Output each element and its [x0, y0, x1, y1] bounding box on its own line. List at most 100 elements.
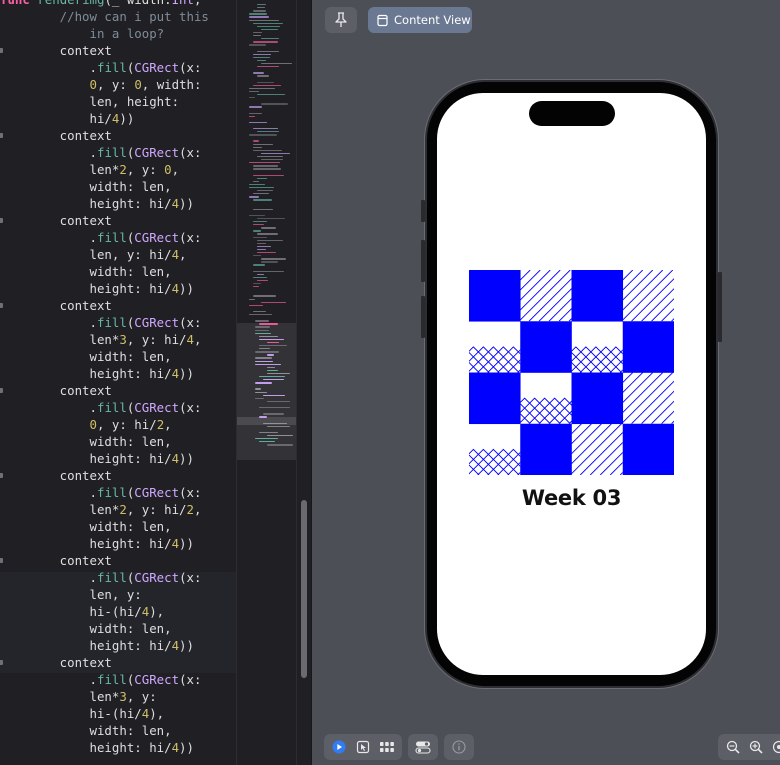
minimap-line [255, 326, 270, 328]
code-line[interactable]: len, y: hi/4, [0, 246, 236, 263]
code-line[interactable]: height: hi/4)) [0, 195, 236, 212]
code-line[interactable]: len*3, y: [0, 688, 236, 705]
minimap-line [255, 397, 264, 400]
selectable-icon[interactable] [354, 738, 372, 756]
code-token: 2 [119, 162, 127, 177]
code-line[interactable]: hi-(hi/4), [0, 603, 236, 620]
code-line[interactable]: len*2, y: hi/2, [0, 501, 236, 518]
code-token: )) [179, 740, 194, 755]
code-line[interactable]: .fill(CGRect(x: [0, 229, 236, 246]
code-token: , y: hi/ [97, 417, 157, 432]
code-line[interactable]: width: len, [0, 348, 236, 365]
code-line[interactable]: context [0, 212, 236, 229]
code-line[interactable]: width: len, [0, 433, 236, 450]
code-line[interactable]: 0, y: hi/2, [0, 416, 236, 433]
code-line[interactable]: len*3, y: hi/4, [0, 331, 236, 348]
code-line[interactable]: func renderimg(_ width:Int, [0, 0, 236, 8]
minimap-line [253, 140, 259, 142]
code-token: //how can i put this [0, 9, 209, 24]
code-line[interactable]: context [0, 654, 236, 671]
code-line[interactable]: context [0, 42, 236, 59]
minimap-line [253, 84, 281, 86]
code-token: CGRect [134, 485, 180, 500]
code-line[interactable]: height: hi/4)) [0, 280, 236, 297]
code-text: context [0, 552, 112, 569]
code-line[interactable]: width: len, [0, 722, 236, 739]
code-line[interactable]: height: hi/4)) [0, 739, 236, 756]
code-line[interactable]: in a loop? [0, 25, 236, 42]
minimap-line [261, 28, 278, 31]
side-button-power [718, 272, 722, 342]
code-line[interactable]: height: hi/4)) [0, 365, 236, 382]
document-icon [377, 14, 388, 26]
code-token: fill [96, 60, 127, 75]
code-line[interactable]: .fill(CGRect(x: [0, 144, 236, 161]
minimap-viewport[interactable] [237, 323, 297, 460]
code-token: . [0, 145, 97, 160]
code-line[interactable]: width: len, [0, 178, 236, 195]
minimap-line [257, 4, 266, 6]
code-line[interactable]: width: len, [0, 518, 236, 535]
scrollbar-thumb[interactable] [301, 500, 307, 678]
zoom-out-icon[interactable] [724, 738, 741, 756]
code-lines[interactable]: func renderimg(_ width:Int, //how can i … [0, 0, 236, 756]
code-token: )) [179, 196, 194, 211]
minimap-line [253, 168, 281, 170]
pin-button[interactable] [325, 7, 357, 33]
tile-solid [622, 321, 674, 373]
variants-icon[interactable] [378, 738, 396, 756]
code-text: context [0, 467, 112, 484]
zoom-fit-icon[interactable] [771, 738, 780, 756]
code-token: func [0, 0, 37, 7]
code-line[interactable]: context [0, 127, 236, 144]
code-line[interactable]: .fill(CGRect(x: [0, 569, 236, 586]
code-line[interactable]: .fill(CGRect(x: [0, 671, 236, 688]
minimap-line [255, 329, 269, 331]
code-token: CGRect [134, 672, 180, 687]
code-line[interactable]: context [0, 382, 236, 399]
code-line[interactable]: width: len, [0, 620, 236, 637]
code-line[interactable]: height: hi/4)) [0, 637, 236, 654]
code-line[interactable]: len*2, y: 0, [0, 161, 236, 178]
code-line[interactable]: hi/4)) [0, 110, 236, 127]
code-text: .fill(CGRect(x: [0, 229, 202, 246]
live-preview-icon[interactable] [330, 738, 348, 756]
code-token: . [0, 570, 97, 585]
code-token: context [0, 383, 112, 398]
code-line[interactable]: context [0, 297, 236, 314]
editor-scrollbar[interactable] [296, 0, 310, 765]
code-line[interactable]: .fill(CGRect(x: [0, 484, 236, 501]
minimap-line [261, 261, 278, 263]
code-line[interactable]: context [0, 552, 236, 569]
device-settings-icon[interactable] [414, 738, 432, 756]
minimap-line [249, 162, 280, 164]
minimap-line [249, 44, 266, 46]
info-icon[interactable] [450, 738, 468, 756]
code-line[interactable]: 0, y: 0, width: [0, 76, 236, 93]
code-text: width: len, [0, 348, 172, 365]
code-text: .fill(CGRect(x: [0, 569, 202, 586]
content-view-button[interactable]: Content View [368, 7, 472, 33]
minimap-line [253, 10, 266, 12]
code-token: height: hi/ [0, 196, 172, 211]
minimap-line [249, 196, 259, 198]
code-line[interactable]: height: hi/4)) [0, 535, 236, 552]
zoom-in-icon[interactable] [747, 738, 764, 756]
code-line[interactable]: width: len, [0, 263, 236, 280]
code-line[interactable]: hi-(hi/4), [0, 705, 236, 722]
code-line[interactable]: len, height: [0, 93, 236, 110]
code-line[interactable]: //how can i put this [0, 8, 236, 25]
code-line[interactable]: height: hi/4)) [0, 450, 236, 467]
code-editor[interactable]: func renderimg(_ width:Int, //how can i … [0, 0, 236, 765]
code-line[interactable]: .fill(CGRect(x: [0, 399, 236, 416]
code-token: len, y: [0, 587, 142, 602]
minimap[interactable] [236, 0, 297, 765]
code-line[interactable]: .fill(CGRect(x: [0, 314, 236, 331]
code-line[interactable]: .fill(CGRect(x: [0, 59, 236, 76]
code-token: . [0, 230, 97, 245]
code-token: fill [96, 315, 127, 330]
minimap-line [253, 283, 261, 285]
code-token: 4 [171, 366, 180, 381]
code-line[interactable]: len, y: [0, 586, 236, 603]
code-line[interactable]: context [0, 467, 236, 484]
